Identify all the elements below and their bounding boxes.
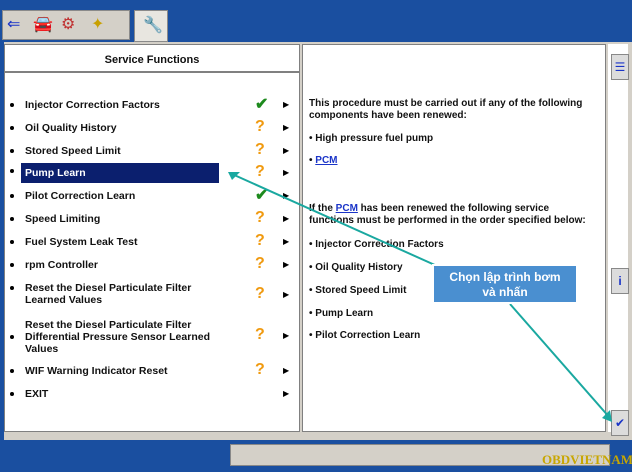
- arrow-line-to-pump-learn: [231, 173, 447, 271]
- callout-arrows: [228, 172, 612, 422]
- watermark: OBDVIETNAM: [542, 452, 632, 467]
- arrow-line-to-ok: [509, 303, 611, 419]
- callout-box: Chọn lập trình bơm và nhấn: [432, 264, 578, 304]
